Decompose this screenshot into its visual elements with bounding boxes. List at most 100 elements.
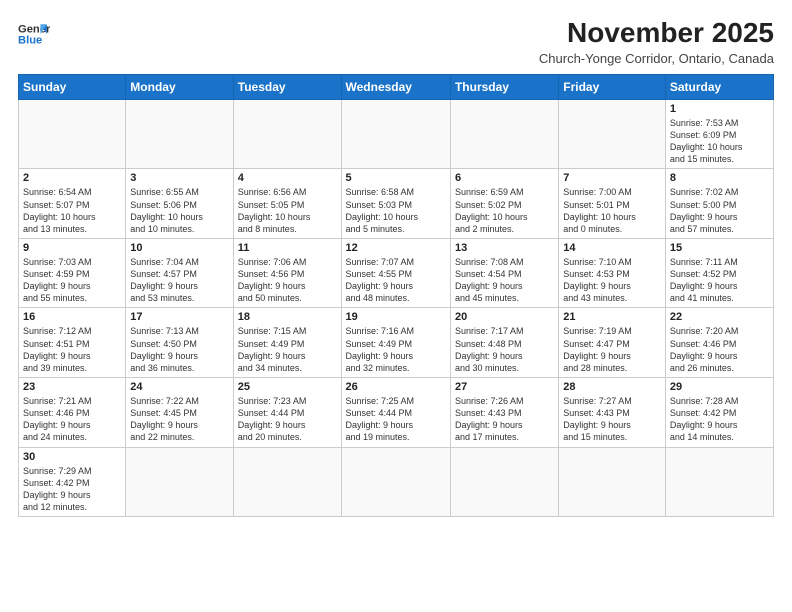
day-info: Sunrise: 7:25 AMSunset: 4:44 PMDaylight:… <box>346 395 446 444</box>
day-number: 21 <box>563 311 661 323</box>
calendar-cell: 4 Sunrise: 6:56 AMSunset: 5:05 PMDaylight… <box>233 169 341 239</box>
day-info: Sunrise: 6:54 AMSunset: 5:07 PMDaylight:… <box>23 186 121 235</box>
calendar-cell: 11 Sunrise: 7:06 AMSunset: 4:56 PMDayligh… <box>233 238 341 308</box>
month-title: November 2025 <box>539 18 774 49</box>
day-number: 27 <box>455 381 554 393</box>
header-area: General Blue November 2025 Church-Yonge … <box>18 18 774 66</box>
day-info: Sunrise: 7:19 AMSunset: 4:47 PMDaylight:… <box>563 325 661 374</box>
day-number: 18 <box>238 311 337 323</box>
calendar-week-1: 1Sunrise: 7:53 AMSunset: 6:09 PMDaylight… <box>19 99 774 169</box>
calendar-cell: 2Sunrise: 6:54 AMSunset: 5:07 PMDaylight… <box>19 169 126 239</box>
day-info: Sunrise: 7:28 AMSunset: 4:42 PMDaylight:… <box>670 395 769 444</box>
day-info: Sunrise: 7:26 AMSunset: 4:43 PMDaylight:… <box>455 395 554 444</box>
day-info: Sunrise: 6:55 AMSunset: 5:06 PMDaylight:… <box>130 186 228 235</box>
day-info: Sunrise: 7:07 AMSunset: 4:55 PMDaylight:… <box>346 256 446 305</box>
day-number: 22 <box>670 311 769 323</box>
calendar-cell: 28Sunrise: 7:27 AMSunset: 4:43 PMDayligh… <box>559 378 666 448</box>
calendar-cell <box>559 99 666 169</box>
title-area: November 2025 Church-Yonge Corridor, Ont… <box>539 18 774 66</box>
calendar-cell <box>341 99 450 169</box>
calendar-cell: 17Sunrise: 7:13 AMSunset: 4:50 PMDayligh… <box>126 308 233 378</box>
day-info: Sunrise: 7:29 AMSunset: 4:42 PMDaylight:… <box>23 465 121 514</box>
calendar-cell: 8 Sunrise: 7:02 AMSunset: 5:00 PMDaylight… <box>665 169 773 239</box>
calendar-cell <box>233 447 341 517</box>
day-info: Sunrise: 7:22 AMSunset: 4:45 PMDaylight:… <box>130 395 228 444</box>
calendar-header-row: Sunday Monday Tuesday Wednesday Thursday… <box>19 74 774 99</box>
calendar-cell: 25 Sunrise: 7:23 AMSunset: 4:44 PMDayligh… <box>233 378 341 448</box>
calendar-cell <box>341 447 450 517</box>
subtitle: Church-Yonge Corridor, Ontario, Canada <box>539 51 774 66</box>
day-number: 7 <box>563 172 661 184</box>
calendar-cell: 3 Sunrise: 6:55 AMSunset: 5:06 PMDaylight… <box>126 169 233 239</box>
day-number: 5 <box>346 172 446 184</box>
calendar-cell <box>559 447 666 517</box>
day-number: 24 <box>130 381 228 393</box>
calendar: Sunday Monday Tuesday Wednesday Thursday… <box>18 74 774 517</box>
calendar-cell: 26 Sunrise: 7:25 AMSunset: 4:44 PMDayligh… <box>341 378 450 448</box>
logo: General Blue <box>18 18 50 50</box>
day-info: Sunrise: 6:59 AMSunset: 5:02 PMDaylight:… <box>455 186 554 235</box>
calendar-cell: 5 Sunrise: 6:58 AMSunset: 5:03 PMDaylight… <box>341 169 450 239</box>
day-number: 17 <box>130 311 228 323</box>
calendar-cell <box>450 447 558 517</box>
calendar-week-3: 9Sunrise: 7:03 AMSunset: 4:59 PMDaylight… <box>19 238 774 308</box>
day-info: Sunrise: 7:02 AMSunset: 5:00 PMDaylight:… <box>670 186 769 235</box>
day-number: 30 <box>23 451 121 463</box>
calendar-cell: 1Sunrise: 7:53 AMSunset: 6:09 PMDaylight… <box>665 99 773 169</box>
col-sunday: Sunday <box>19 74 126 99</box>
day-info: Sunrise: 7:04 AMSunset: 4:57 PMDaylight:… <box>130 256 228 305</box>
col-monday: Monday <box>126 74 233 99</box>
calendar-cell: 9Sunrise: 7:03 AMSunset: 4:59 PMDaylight… <box>19 238 126 308</box>
day-number: 16 <box>23 311 121 323</box>
calendar-cell: 12 Sunrise: 7:07 AMSunset: 4:55 PMDayligh… <box>341 238 450 308</box>
day-info: Sunrise: 7:53 AMSunset: 6:09 PMDaylight:… <box>670 117 769 166</box>
day-info: Sunrise: 7:08 AMSunset: 4:54 PMDaylight:… <box>455 256 554 305</box>
calendar-cell: 16Sunrise: 7:12 AMSunset: 4:51 PMDayligh… <box>19 308 126 378</box>
svg-text:Blue: Blue <box>18 35 42 47</box>
day-number: 11 <box>238 242 337 254</box>
day-info: Sunrise: 6:58 AMSunset: 5:03 PMDaylight:… <box>346 186 446 235</box>
day-info: Sunrise: 7:03 AMSunset: 4:59 PMDaylight:… <box>23 256 121 305</box>
calendar-cell <box>126 447 233 517</box>
calendar-cell: 24 Sunrise: 7:22 AMSunset: 4:45 PMDayligh… <box>126 378 233 448</box>
day-number: 14 <box>563 242 661 254</box>
day-number: 26 <box>346 381 446 393</box>
day-info: Sunrise: 7:20 AMSunset: 4:46 PMDaylight:… <box>670 325 769 374</box>
calendar-week-4: 16Sunrise: 7:12 AMSunset: 4:51 PMDayligh… <box>19 308 774 378</box>
day-number: 12 <box>346 242 446 254</box>
calendar-cell: 20Sunrise: 7:17 AMSunset: 4:48 PMDayligh… <box>450 308 558 378</box>
calendar-cell <box>450 99 558 169</box>
calendar-cell: 6Sunrise: 6:59 AMSunset: 5:02 PMDaylight… <box>450 169 558 239</box>
day-number: 15 <box>670 242 769 254</box>
day-number: 25 <box>238 381 337 393</box>
day-info: Sunrise: 6:56 AMSunset: 5:05 PMDaylight:… <box>238 186 337 235</box>
calendar-cell: 10 Sunrise: 7:04 AMSunset: 4:57 PMDayligh… <box>126 238 233 308</box>
col-tuesday: Tuesday <box>233 74 341 99</box>
calendar-cell: 15 Sunrise: 7:11 AMSunset: 4:52 PMDayligh… <box>665 238 773 308</box>
calendar-week-6: 30 Sunrise: 7:29 AMSunset: 4:42 PMDayligh… <box>19 447 774 517</box>
day-number: 20 <box>455 311 554 323</box>
day-info: Sunrise: 7:10 AMSunset: 4:53 PMDaylight:… <box>563 256 661 305</box>
day-info: Sunrise: 7:27 AMSunset: 4:43 PMDaylight:… <box>563 395 661 444</box>
calendar-cell: 30 Sunrise: 7:29 AMSunset: 4:42 PMDayligh… <box>19 447 126 517</box>
day-info: Sunrise: 7:21 AMSunset: 4:46 PMDaylight:… <box>23 395 121 444</box>
calendar-cell <box>126 99 233 169</box>
day-number: 8 <box>670 172 769 184</box>
calendar-cell: 27 Sunrise: 7:26 AMSunset: 4:43 PMDayligh… <box>450 378 558 448</box>
page: General Blue November 2025 Church-Yonge … <box>0 0 792 612</box>
logo-svg: General Blue <box>18 18 50 50</box>
calendar-cell: 7Sunrise: 7:00 AMSunset: 5:01 PMDaylight… <box>559 169 666 239</box>
calendar-cell: 19Sunrise: 7:16 AMSunset: 4:49 PMDayligh… <box>341 308 450 378</box>
calendar-cell: 13Sunrise: 7:08 AMSunset: 4:54 PMDayligh… <box>450 238 558 308</box>
col-saturday: Saturday <box>665 74 773 99</box>
day-info: Sunrise: 7:06 AMSunset: 4:56 PMDaylight:… <box>238 256 337 305</box>
day-number: 29 <box>670 381 769 393</box>
day-number: 23 <box>23 381 121 393</box>
day-number: 3 <box>130 172 228 184</box>
col-wednesday: Wednesday <box>341 74 450 99</box>
day-info: Sunrise: 7:11 AMSunset: 4:52 PMDaylight:… <box>670 256 769 305</box>
calendar-cell: 22 Sunrise: 7:20 AMSunset: 4:46 PMDayligh… <box>665 308 773 378</box>
day-number: 4 <box>238 172 337 184</box>
day-info: Sunrise: 7:23 AMSunset: 4:44 PMDaylight:… <box>238 395 337 444</box>
day-number: 10 <box>130 242 228 254</box>
